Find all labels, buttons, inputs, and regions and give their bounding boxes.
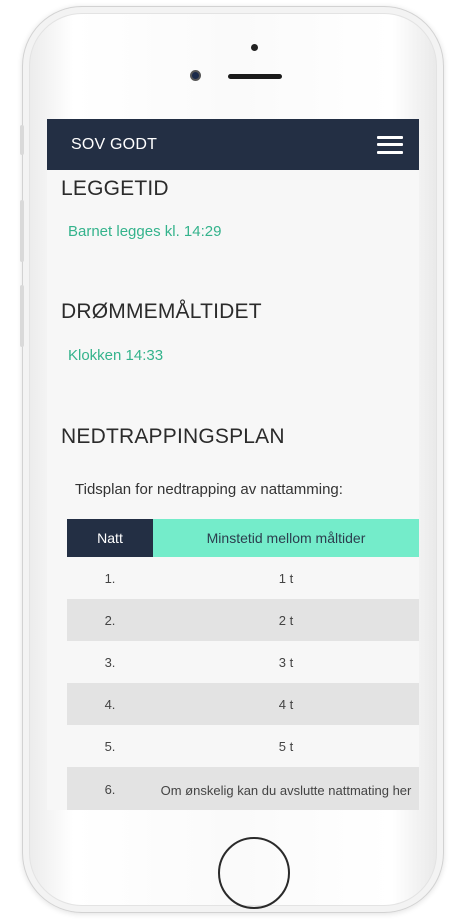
volume-up-button [20, 200, 24, 262]
leggetid-title: LEGGETID [61, 177, 169, 200]
phone-screen: SOV GODT LEGGETID Barnet legges kl. 14:2… [47, 119, 419, 810]
table-header-row: Natt Minstetid mellom måltider [67, 519, 419, 557]
cell-natt: 4. [67, 683, 153, 725]
nedtrapping-table: Natt Minstetid mellom måltider 1. 1 t 2.… [67, 519, 419, 810]
mute-switch [20, 125, 24, 155]
hamburger-menu-icon[interactable] [377, 135, 403, 154]
table-row: 3. 3 t [67, 641, 419, 683]
cell-tid: Om ønskelig kan du avslutte nattmating h… [153, 767, 419, 810]
cell-tid: 4 t [153, 683, 419, 725]
header-natt: Natt [67, 519, 153, 557]
table-row: 2. 2 t [67, 599, 419, 641]
cell-natt: 2. [67, 599, 153, 641]
table-row: 4. 4 t [67, 683, 419, 725]
leggetid-text: Barnet legges kl. 14:29 [68, 223, 222, 240]
table-row: 5. 5 t [67, 725, 419, 767]
nedtrapping-intro: Tidsplan for nedtrapping av nattamming: [75, 481, 343, 498]
cell-tid: 3 t [153, 641, 419, 683]
home-button[interactable] [218, 837, 290, 909]
header-minstetid: Minstetid mellom måltider [153, 519, 419, 557]
cell-tid: 1 t [153, 557, 419, 599]
cell-natt: 1. [67, 557, 153, 599]
proximity-sensor [251, 44, 258, 51]
cell-natt: 3. [67, 641, 153, 683]
table-row: 1. 1 t [67, 557, 419, 599]
earpiece-speaker [228, 74, 282, 79]
cell-tid: 2 t [153, 599, 419, 641]
cell-natt: 5. [67, 725, 153, 767]
nedtrapping-title: NEDTRAPPINGSPLAN [61, 425, 285, 448]
cell-natt: 6. [67, 767, 153, 810]
front-camera [190, 70, 201, 81]
navbar: SOV GODT [47, 119, 419, 170]
table-row: 6. Om ønskelig kan du avslutte nattmatin… [67, 767, 419, 810]
drommemaltidet-text: Klokken 14:33 [68, 347, 164, 364]
cell-tid: 5 t [153, 725, 419, 767]
volume-down-button [20, 285, 24, 347]
drommemaltidet-title: DRØMMEMÅLTIDET [61, 300, 262, 323]
brand-title[interactable]: SOV GODT [71, 136, 157, 154]
